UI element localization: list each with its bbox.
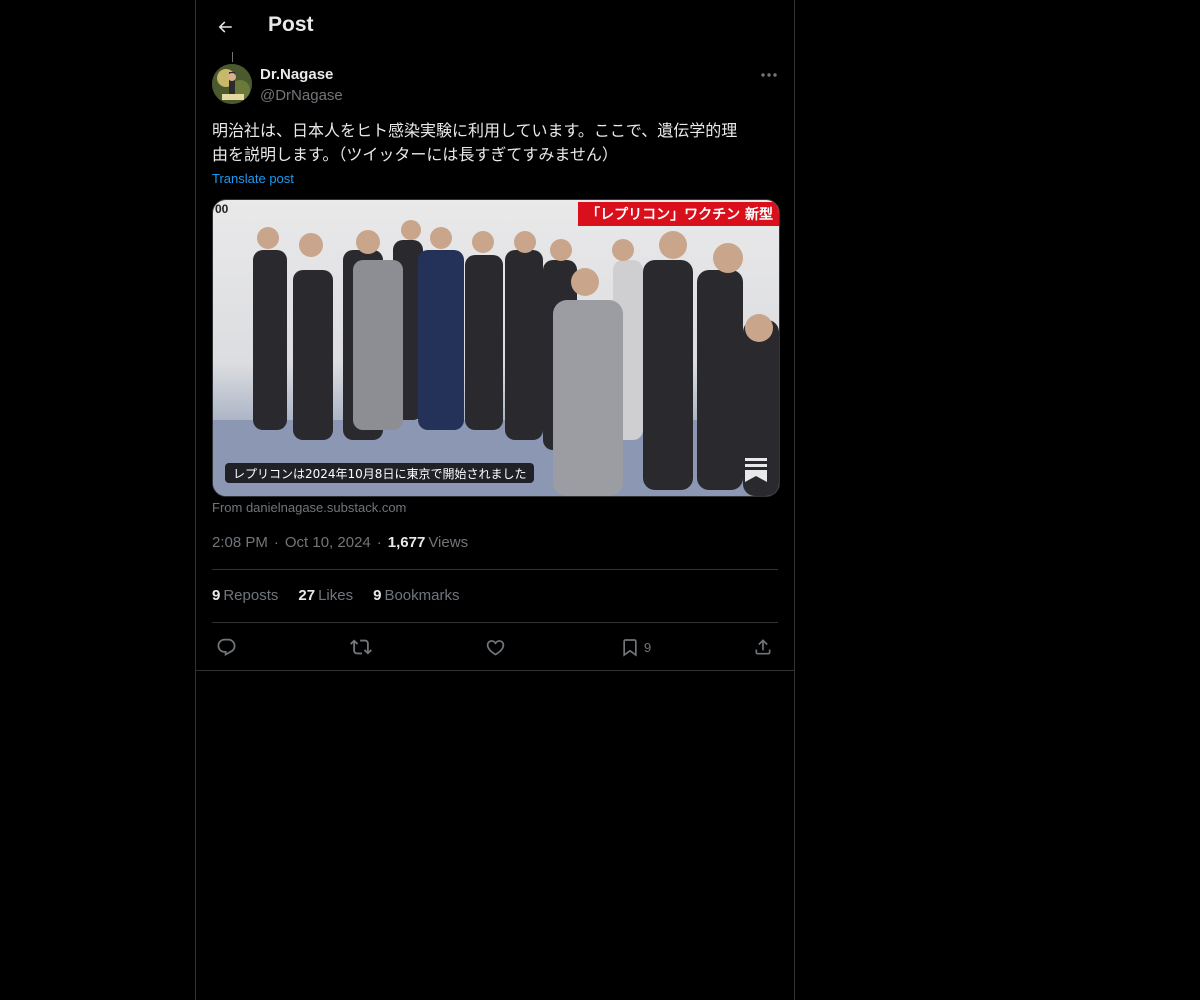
media-source-link[interactable]: From danielnagase.substack.com	[212, 500, 406, 515]
post-metadata: 2:08 PM · Oct 10, 2024 · 1,677 Views	[212, 534, 468, 551]
meta-separator: ·	[273, 534, 279, 551]
share-button[interactable]	[753, 636, 773, 658]
heart-icon	[485, 637, 506, 658]
action-bar: 9	[196, 624, 794, 670]
author-handle[interactable]: @DrNagase	[260, 87, 343, 104]
bookmark-count: 9	[644, 639, 652, 655]
thread-connector-line	[232, 52, 233, 62]
post-date[interactable]: Oct 10, 2024	[285, 534, 371, 551]
page-title: Post	[268, 13, 314, 36]
arrow-left-icon	[216, 18, 234, 36]
post-bottom-border	[196, 670, 794, 671]
views-count: 1,677	[387, 534, 426, 551]
likes-label: Likes	[318, 587, 354, 604]
more-dots-icon	[761, 72, 777, 78]
bookmark-button[interactable]: 9	[620, 636, 651, 658]
bookmarks-stat[interactable]: 9 Bookmarks	[373, 587, 459, 604]
repost-button[interactable]	[350, 636, 372, 658]
main-column: Post Dr.Nagase @DrNagase 明治社は、日本人をヒト感染実験…	[195, 0, 795, 1000]
divider	[212, 622, 778, 623]
reposts-label: Reposts	[223, 587, 279, 604]
share-icon	[753, 637, 773, 657]
post-time[interactable]: 2:08 PM	[212, 534, 268, 551]
reposts-stat[interactable]: 9 Reposts	[212, 587, 278, 604]
likes-count: 27	[298, 587, 316, 604]
post-media-image[interactable]: 00 「レプリコン」ワクチン 新型 レプリコンは2024年10月8日に東京で開始…	[212, 199, 780, 497]
post-text: 明治社は、日本人をヒト感染実験に利用しています。ここで、遺伝学的理 由を説明しま…	[212, 121, 738, 164]
header: Post	[196, 0, 794, 54]
substack-logo-icon	[745, 458, 767, 482]
bookmarks-label: Bookmarks	[384, 587, 460, 604]
likes-stat[interactable]: 27 Likes	[298, 587, 353, 604]
media-corner-text: 00	[215, 202, 229, 216]
repost-icon	[350, 636, 372, 658]
more-options-button[interactable]	[758, 66, 780, 84]
reposts-count: 9	[212, 587, 221, 604]
group-photo	[213, 220, 779, 496]
media-caption: レプリコンは2024年10月8日に東京で開始されました	[225, 463, 535, 483]
author-name[interactable]: Dr.Nagase	[260, 66, 333, 83]
meta-separator: ·	[376, 534, 382, 551]
bookmarks-count: 9	[373, 587, 382, 604]
back-button[interactable]	[210, 12, 240, 42]
media-banner: 「レプリコン」ワクチン 新型	[578, 202, 779, 226]
divider	[212, 569, 778, 570]
bookmark-icon	[620, 637, 640, 658]
avatar[interactable]	[212, 64, 252, 104]
reply-icon	[216, 637, 237, 658]
views-label: Views	[428, 534, 469, 551]
engagement-stats: 9 Reposts 27 Likes 9 Bookmarks	[212, 587, 459, 604]
translate-post-link[interactable]: Translate post	[212, 171, 294, 186]
like-button[interactable]	[485, 636, 506, 658]
reply-button[interactable]	[216, 636, 237, 658]
